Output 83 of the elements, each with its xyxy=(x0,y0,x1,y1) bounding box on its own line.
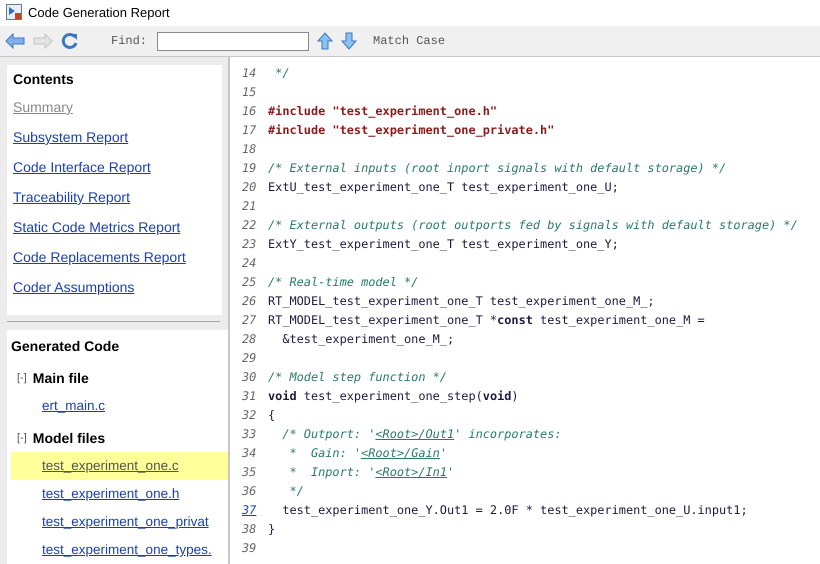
report-link[interactable]: Code Replacements Report xyxy=(13,247,216,277)
match-case-option[interactable]: Match Case xyxy=(373,34,446,48)
code-text: { xyxy=(268,408,276,422)
report-link[interactable]: Subsystem Report xyxy=(13,127,216,157)
line-number: 23 xyxy=(242,236,258,253)
code-text: ExtU_test_experiment_one_T test_experiment_one_U; xyxy=(268,180,619,194)
code-text: RT_MODEL_test_experiment_one_T * xyxy=(268,313,498,327)
code-text: test_experiment_one_M = xyxy=(539,313,705,327)
file-link[interactable]: ert_main.c xyxy=(11,392,228,420)
code-comment: ' xyxy=(446,465,454,479)
report-link[interactable]: Code Interface Report xyxy=(13,157,216,187)
code-keyword: void xyxy=(268,389,297,403)
block-link[interactable]: <Root>/Gain xyxy=(361,446,440,460)
code-text: ) xyxy=(511,389,519,403)
include-directive: #include "test_experiment_one.h" xyxy=(268,104,498,118)
code-keyword: const xyxy=(497,313,533,327)
line-number: 28 xyxy=(242,331,258,348)
line-number: 24 xyxy=(242,255,258,272)
line-number: 32 xyxy=(242,407,258,424)
code-text: test_experiment_one_Y.Out1 = 2.0F * test_experiment_one_U.input1; xyxy=(281,503,748,517)
file-link[interactable]: test_experiment_one_privat xyxy=(11,508,228,536)
code-comment: */ xyxy=(288,484,304,498)
group-heading: Main file xyxy=(32,370,89,386)
code-comment: /* Outport: ' xyxy=(281,427,376,441)
app-icon xyxy=(6,4,22,20)
file-link[interactable]: test_experiment_one.h xyxy=(11,480,228,508)
report-link[interactable]: Traceability Report xyxy=(13,187,216,217)
contents-heading: Contents xyxy=(13,71,75,87)
line-number: 31 xyxy=(242,388,258,405)
line-number: 20 xyxy=(242,179,258,196)
line-number: 27 xyxy=(242,312,258,329)
line-number: 36 xyxy=(242,483,258,500)
block-link[interactable]: <Root>/Out1 xyxy=(375,427,454,441)
code-comment: /* Model step function */ xyxy=(268,370,447,384)
code-comment: * Inport: ' xyxy=(288,465,376,479)
line-number: 26 xyxy=(242,293,258,310)
line-number: 30 xyxy=(242,369,258,386)
group-heading: Model files xyxy=(32,430,106,446)
line-number: 21 xyxy=(242,198,258,215)
report-link[interactable]: Static Code Metrics Report xyxy=(13,217,216,247)
line-number: 29 xyxy=(242,350,258,367)
find-label: Find: xyxy=(111,34,148,48)
line-number: 15 xyxy=(242,84,258,101)
line-number[interactable]: 37 xyxy=(242,501,268,520)
line-number: 33 xyxy=(242,426,258,443)
include-directive: #include "test_experiment_one_private.h" xyxy=(268,123,554,137)
up-arrow-icon[interactable] xyxy=(317,32,334,50)
generated-code-heading: Generated Code xyxy=(11,338,120,354)
refresh-icon[interactable] xyxy=(61,32,79,50)
line-number: 18 xyxy=(242,141,258,158)
line-number: 22 xyxy=(242,217,258,234)
line-number: 35 xyxy=(242,464,258,481)
file-link[interactable]: test_experiment_one.c xyxy=(11,452,228,480)
down-arrow-icon[interactable] xyxy=(341,32,358,50)
find-field[interactable] xyxy=(157,32,310,50)
code-comment: */ xyxy=(274,66,290,80)
window-title: Code Generation Report xyxy=(28,4,170,20)
code-comment: /* External outputs (root outports fed by signals with default storage) */ xyxy=(268,218,798,232)
code-comment: /* External inputs (root inport signals with default storage) */ xyxy=(268,161,726,175)
block-link[interactable]: <Root>/In1 xyxy=(375,465,447,479)
back-arrow-icon[interactable] xyxy=(5,33,25,49)
code-text: &test_experiment_one_M_; xyxy=(281,332,454,346)
code-comment: * Gain: ' xyxy=(288,446,362,460)
file-link[interactable]: test_experiment_one_types. xyxy=(11,536,228,564)
line-number: 34 xyxy=(242,445,258,462)
code-text: } xyxy=(268,522,276,536)
line-number: 38 xyxy=(242,521,258,538)
code-comment: ' incorporates: xyxy=(454,427,562,441)
line-number: 17 xyxy=(242,122,258,139)
line-number: 39 xyxy=(242,540,258,557)
collapse-toggle[interactable]: [-] xyxy=(17,432,27,444)
code-comment: ' xyxy=(440,446,447,460)
code-keyword: void xyxy=(482,389,512,403)
line-number: 14 xyxy=(242,65,258,82)
line-number: 19 xyxy=(242,160,258,177)
report-link[interactable]: Coder Assumptions xyxy=(13,277,216,307)
code-text: RT_MODEL_test_experiment_one_T test_experiment_one_M_; xyxy=(268,294,655,308)
code-text: test_experiment_one_step( xyxy=(302,389,483,403)
code-comment: /* Real-time model */ xyxy=(268,275,418,289)
code-text: ExtY_test_experiment_one_T test_experiment_one_Y; xyxy=(268,237,619,251)
line-number: 16 xyxy=(242,103,258,120)
collapse-toggle[interactable]: [-] xyxy=(17,372,27,384)
line-number: 25 xyxy=(242,274,258,291)
